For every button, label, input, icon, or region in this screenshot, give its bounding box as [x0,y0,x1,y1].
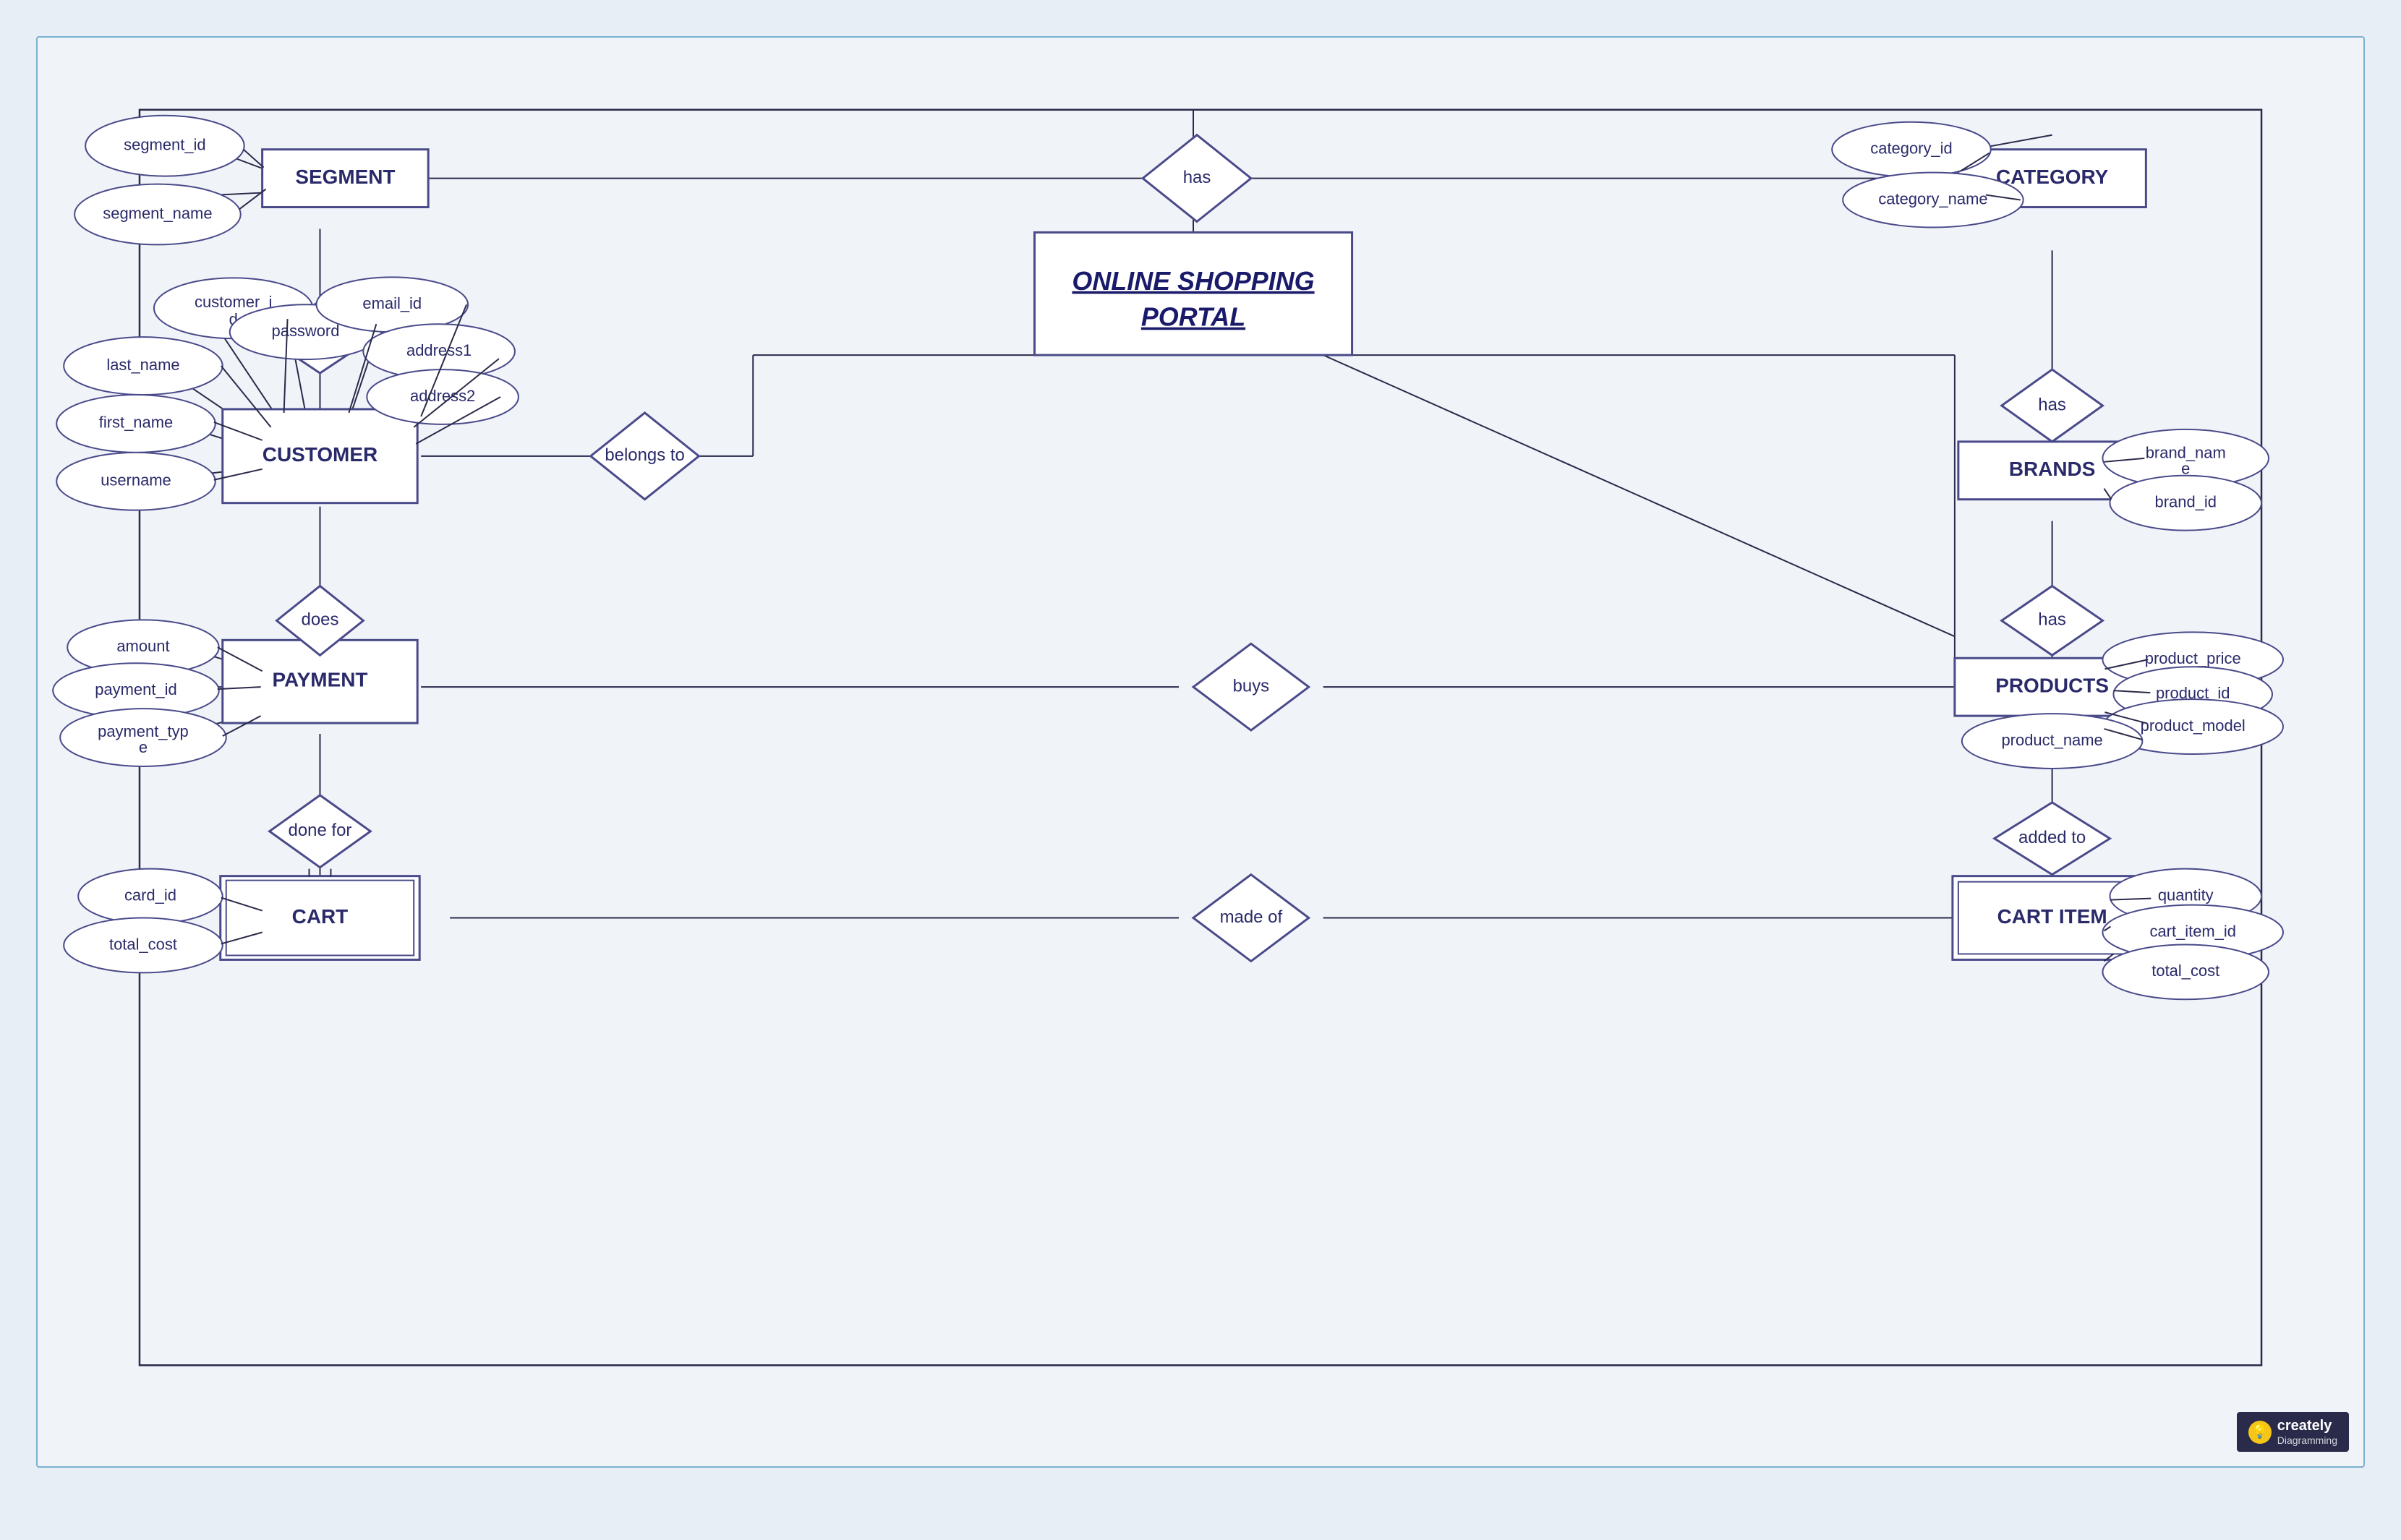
watermark-text: creately Diagramming [2277,1418,2337,1446]
customer-label: CUSTOMER [263,443,378,466]
total-cost-cartitem-text: total_cost [2151,962,2219,980]
watermark-icon: 💡 [2248,1421,2272,1444]
main-title-line1: ONLINE SHOPPING [1072,266,1314,296]
watermark: 💡 creately Diagramming [2237,1412,2349,1452]
products-label: PRODUCTS [1995,675,2109,697]
diagram-canvas: SEGMENT CUSTOMER PAYMENT CART CATEGORY B… [36,36,2365,1468]
has-brands-products-label: has [2038,610,2066,630]
cart-item-id-text: cart_item_id [2149,922,2236,940]
brand-id-text: brand_id [2155,492,2217,510]
email-id-text: email_id [362,294,422,312]
last-name-text: last_name [106,356,179,374]
has-top-label: has [1183,168,1211,187]
segment-id-text: segment_id [124,135,205,153]
segment-name-text: segment_name [103,204,212,222]
address1-text: address1 [406,341,472,359]
brands-label: BRANDS [2009,458,2096,480]
total-cost-cart-text: total_cost [109,935,177,953]
payment-id-text: payment_id [95,680,176,698]
payment-label: PAYMENT [272,669,367,691]
does-label: does [302,610,339,630]
added-to-label: added to [2018,828,2086,847]
product-name-text: product_name [2001,731,2102,749]
has-cat-brands-label: has [2038,395,2066,414]
segment-label: SEGMENT [295,166,395,188]
main-title-line2: PORTAL [1141,302,1245,332]
made-of-label: made of [1220,907,1283,927]
card-id-text: card_id [124,886,176,904]
payment-type-text2: e [139,738,148,756]
buys-label: buys [1233,677,1270,696]
quantity-text: quantity [2158,886,2214,904]
address2-text: address2 [410,387,475,405]
first-name-text: first_name [99,414,173,432]
cart-item-label: CART ITEM [1997,905,2107,928]
cart-label: CART [292,905,349,928]
product-price-text: product_price [2145,649,2241,667]
product-model-text: product_model [2141,716,2246,735]
customer-id-text: customer_i [195,293,272,311]
password-text: password [272,322,340,340]
category-label: CATEGORY [1996,166,2109,188]
category-name-text: category_name [1878,189,1987,208]
belongs-to-label: belongs to [605,445,684,465]
amount-text: amount [116,637,169,655]
username-text: username [101,471,171,489]
done-for-label: done for [289,821,352,840]
category-id-text: category_id [1870,139,1952,157]
